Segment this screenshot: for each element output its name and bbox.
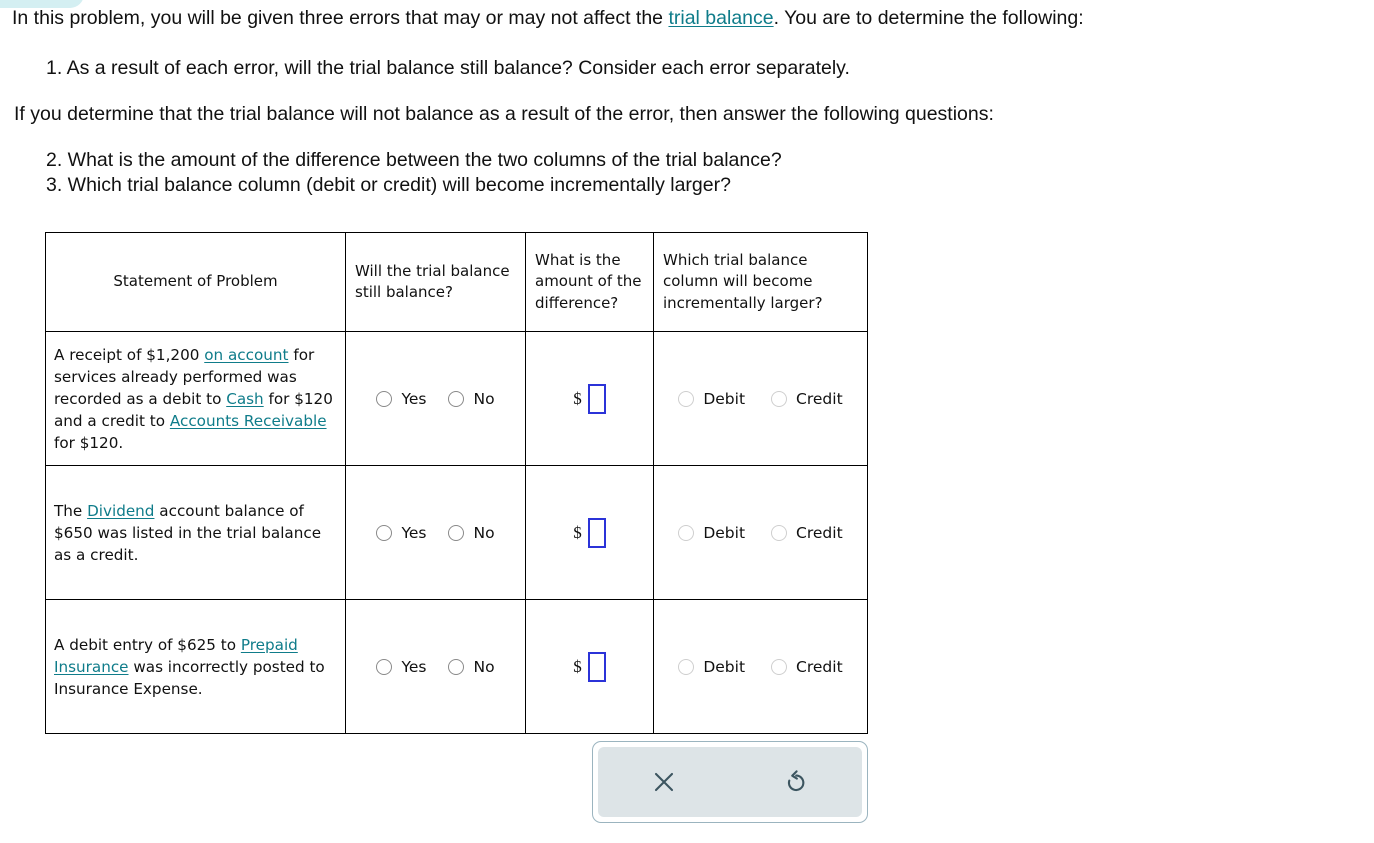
trial-balance-link[interactable]: trial balance xyxy=(668,7,773,29)
radio-no-2[interactable]: No xyxy=(448,657,495,676)
which-column-cell: Debit Credit xyxy=(653,331,868,466)
radio-credit-label: Credit xyxy=(796,389,843,408)
radio-credit-label: Credit xyxy=(796,523,843,542)
table-row: A receipt of $1,200 on account for servi… xyxy=(45,331,868,466)
inline-account-link[interactable]: Accounts Receivable xyxy=(170,412,327,430)
radio-circle-icon[interactable] xyxy=(678,390,695,407)
table-row: The Dividend account balance of $650 was… xyxy=(45,465,868,600)
statement-cell: The Dividend account balance of $650 was… xyxy=(45,465,346,600)
statement-cell: A debit entry of $625 to Prepaid Insuran… xyxy=(45,599,346,734)
debit-credit-radio-group-0: Debit Credit xyxy=(654,390,867,408)
radio-credit-label: Credit xyxy=(796,657,843,676)
radio-no-label: No xyxy=(473,523,495,542)
header-will-balance-label: Will the trial balance still balance? xyxy=(355,261,510,302)
radio-yes-label: Yes xyxy=(401,523,427,542)
radio-debit-0[interactable]: Debit xyxy=(678,390,745,408)
currency-symbol: $ xyxy=(573,388,582,408)
header-amount-label: What is the amount of the difference? xyxy=(535,250,642,312)
answer-toolbar-panel xyxy=(598,747,862,817)
radio-circle-icon[interactable] xyxy=(448,390,465,407)
amount-input-0[interactable] xyxy=(587,383,606,414)
clear-button[interactable] xyxy=(598,747,730,817)
yes-no-radio-group-2: Yes No xyxy=(346,658,525,676)
will-balance-cell: Yes No xyxy=(345,599,526,734)
inline-account-link[interactable]: on account xyxy=(204,346,288,364)
prompt-item-1: 1. As a result of each error, will the t… xyxy=(46,57,850,79)
radio-circle-icon[interactable] xyxy=(376,658,393,675)
amount-entry-2: $ xyxy=(526,651,653,682)
inline-account-link[interactable]: Dividend xyxy=(87,502,154,520)
which-column-cell: Debit Credit xyxy=(653,599,868,734)
amount-cell: $ xyxy=(525,599,654,734)
radio-debit-label: Debit xyxy=(703,389,746,408)
radio-credit-0[interactable]: Credit xyxy=(771,390,843,408)
debit-credit-radio-group-1: Debit Credit xyxy=(654,524,867,542)
statement-text-2: A debit entry of $625 to Prepaid Insuran… xyxy=(54,635,325,698)
prompt-item-2: 2. What is the amount of the difference … xyxy=(46,149,782,171)
will-balance-cell: Yes No xyxy=(345,465,526,600)
amount-input-2[interactable] xyxy=(587,651,606,682)
amount-entry-0: $ xyxy=(526,383,653,414)
radio-circle-icon[interactable] xyxy=(678,524,695,541)
radio-circle-icon[interactable] xyxy=(376,390,393,407)
radio-circle-icon[interactable] xyxy=(771,390,788,407)
statement-text-0: A receipt of $1,200 on account for servi… xyxy=(54,345,333,452)
radio-debit-2[interactable]: Debit xyxy=(678,658,745,676)
yes-no-radio-group-1: Yes No xyxy=(346,524,525,542)
inline-account-link[interactable]: Cash xyxy=(226,390,263,408)
radio-credit-1[interactable]: Credit xyxy=(771,524,843,542)
radio-yes-0[interactable]: Yes xyxy=(376,390,426,408)
reset-button[interactable] xyxy=(730,747,862,817)
radio-no-1[interactable]: No xyxy=(448,523,495,542)
problem-table: Statement of Problem Will the trial bala… xyxy=(45,232,868,734)
radio-circle-icon[interactable] xyxy=(678,658,695,675)
header-cell-which-column: Which trial balance column will become i… xyxy=(653,232,868,332)
radio-circle-icon[interactable] xyxy=(448,524,465,541)
currency-symbol: $ xyxy=(573,522,582,542)
radio-yes-1[interactable]: Yes xyxy=(376,524,426,542)
header-statement-label: Statement of Problem xyxy=(113,272,278,291)
debit-credit-radio-group-2: Debit Credit xyxy=(654,658,867,676)
table-header-row: Statement of Problem Will the trial bala… xyxy=(45,232,868,332)
prompt-line-1: In this problem, you will be given three… xyxy=(12,7,1084,30)
amount-input-1[interactable] xyxy=(587,517,606,548)
radio-circle-icon[interactable] xyxy=(771,524,788,541)
amount-entry-1: $ xyxy=(526,517,653,548)
currency-symbol: $ xyxy=(573,656,582,676)
radio-circle-icon[interactable] xyxy=(448,658,465,675)
radio-debit-label: Debit xyxy=(703,523,746,542)
answer-toolbar xyxy=(592,741,868,823)
table-row: A debit entry of $625 to Prepaid Insuran… xyxy=(45,599,868,734)
which-column-cell: Debit Credit xyxy=(653,465,868,600)
header-cell-will-balance: Will the trial balance still balance? xyxy=(345,232,526,332)
yes-no-radio-group-0: Yes No xyxy=(346,390,525,408)
radio-circle-icon[interactable] xyxy=(376,524,393,541)
radio-no-label: No xyxy=(473,657,495,676)
radio-no-0[interactable]: No xyxy=(448,389,495,408)
header-which-column-label: Which trial balance column will become i… xyxy=(663,250,823,312)
prompt-line-1-post: . You are to determine the following: xyxy=(773,7,1084,29)
prompt-line-1-pre: In this problem, you will be given three… xyxy=(12,7,669,29)
undo-rotate-left-icon xyxy=(780,766,812,798)
amount-cell: $ xyxy=(525,465,654,600)
will-balance-cell: Yes No xyxy=(345,331,526,466)
radio-credit-2[interactable]: Credit xyxy=(771,658,843,676)
statement-cell: A receipt of $1,200 on account for servi… xyxy=(45,331,346,466)
close-x-icon xyxy=(649,767,679,797)
radio-no-label: No xyxy=(473,389,495,408)
radio-debit-label: Debit xyxy=(703,657,746,676)
radio-debit-1[interactable]: Debit xyxy=(678,524,745,542)
amount-cell: $ xyxy=(525,331,654,466)
radio-yes-2[interactable]: Yes xyxy=(376,658,426,676)
radio-circle-icon[interactable] xyxy=(771,658,788,675)
problem-table-wrapper: Statement of Problem Will the trial bala… xyxy=(45,232,868,734)
inline-account-link[interactable]: Prepaid Insurance xyxy=(54,636,298,676)
radio-yes-label: Yes xyxy=(401,389,427,408)
header-cell-statement: Statement of Problem xyxy=(45,232,346,332)
prompt-item-3: 3. Which trial balance column (debit or … xyxy=(46,174,731,196)
radio-yes-label: Yes xyxy=(401,657,427,676)
prompt-line-2: If you determine that the trial balance … xyxy=(14,103,994,125)
header-cell-amount: What is the amount of the difference? xyxy=(525,232,654,332)
statement-text-1: The Dividend account balance of $650 was… xyxy=(54,501,322,564)
